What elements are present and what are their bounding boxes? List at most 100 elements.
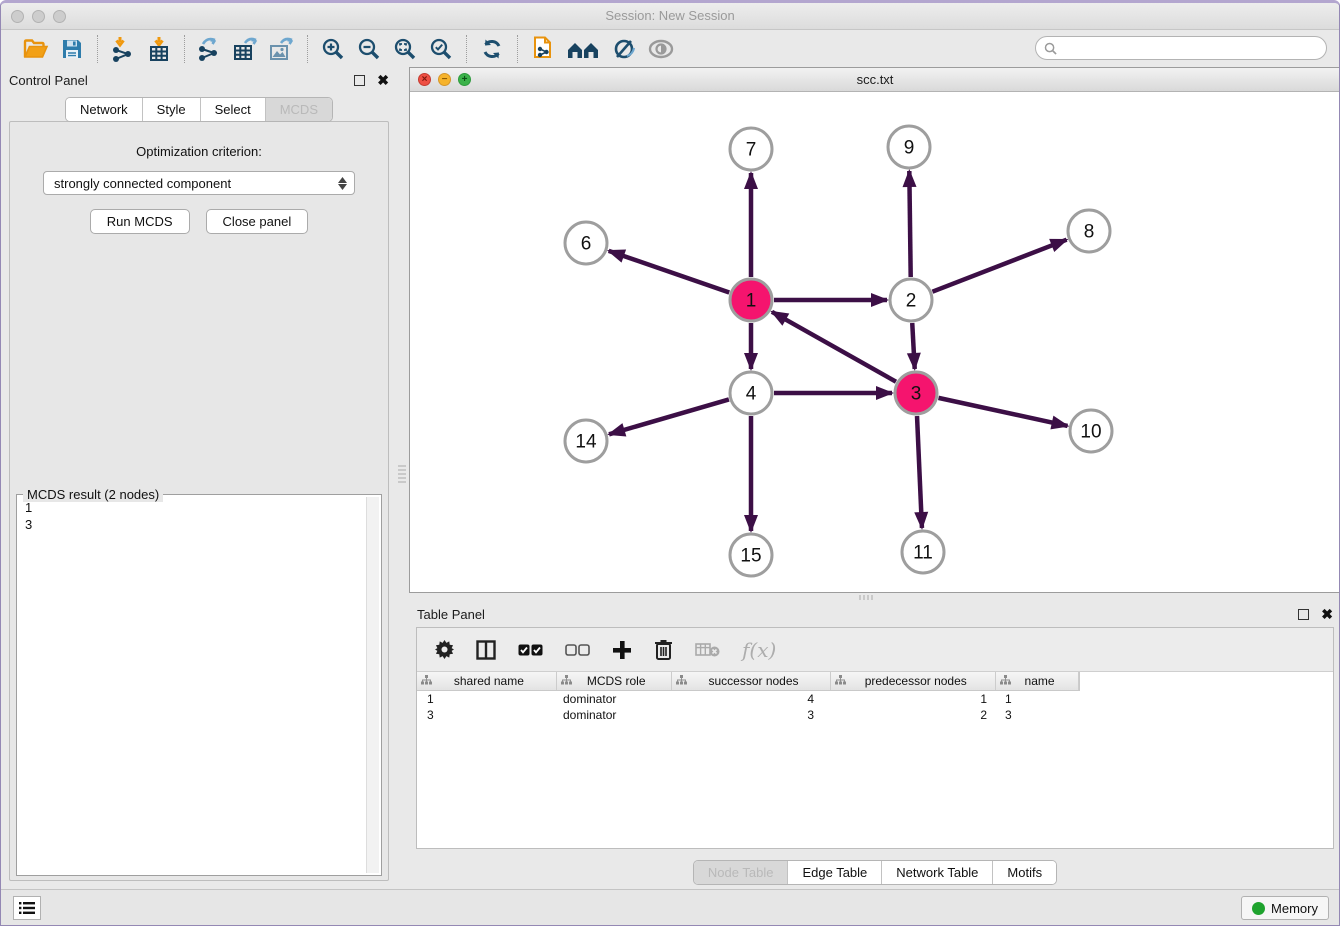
edge-3-1[interactable] bbox=[772, 312, 896, 382]
tab-edge-table[interactable]: Edge Table bbox=[788, 861, 882, 884]
node-2[interactable]: 2 bbox=[890, 279, 932, 321]
refresh-layout-icon[interactable] bbox=[477, 35, 507, 63]
memory-button[interactable]: Memory bbox=[1241, 896, 1329, 920]
cell-predecessor-nodes[interactable]: 2 bbox=[832, 707, 997, 723]
cell-shared-name[interactable]: 3 bbox=[417, 707, 557, 723]
deselect-all-icon[interactable] bbox=[565, 644, 590, 656]
cell-name[interactable]: 3 bbox=[997, 707, 1080, 723]
add-column-icon[interactable] bbox=[612, 640, 632, 660]
table-body: 1dominator4113dominator323 bbox=[417, 691, 1333, 723]
criterion-dropdown[interactable]: strongly connected component bbox=[43, 171, 355, 195]
edge-2-9[interactable] bbox=[909, 171, 910, 277]
tab-node-table[interactable]: Node Table bbox=[694, 861, 789, 884]
window-titlebar: Session: New Session bbox=[1, 3, 1339, 30]
export-image-icon[interactable] bbox=[267, 35, 297, 63]
node-14[interactable]: 14 bbox=[565, 420, 607, 462]
horizontal-splitter[interactable] bbox=[409, 593, 1340, 601]
node-label: 4 bbox=[746, 384, 757, 405]
control-panel: Control Panel ✖ NetworkStyleSelectMCDS O… bbox=[1, 67, 397, 893]
edge-3-11[interactable] bbox=[917, 416, 922, 528]
column-header-shared-name[interactable]: shared name bbox=[417, 672, 557, 690]
task-history-button[interactable] bbox=[13, 896, 41, 920]
tab-network-table[interactable]: Network Table bbox=[882, 861, 993, 884]
tab-network[interactable]: Network bbox=[66, 98, 143, 121]
mcds-result-text[interactable]: 1 3 bbox=[19, 497, 365, 873]
close-table-panel-icon[interactable]: ✖ bbox=[1321, 607, 1333, 621]
node-15[interactable]: 15 bbox=[730, 534, 772, 576]
select-all-icon[interactable] bbox=[518, 644, 543, 656]
column-header-predecessor-nodes[interactable]: predecessor nodes bbox=[831, 672, 996, 690]
float-panel-icon[interactable] bbox=[354, 75, 365, 86]
zoom-fit-icon[interactable] bbox=[390, 35, 420, 63]
mcds-result-box: MCDS result (2 nodes) 1 3 bbox=[16, 494, 382, 876]
column-type-icon bbox=[561, 674, 572, 688]
network-graph[interactable]: 7 9 6 8 1 2 4 3 14 10 15 11 bbox=[410, 92, 1340, 592]
tab-select[interactable]: Select bbox=[201, 98, 266, 121]
tab-motifs[interactable]: Motifs bbox=[993, 861, 1056, 884]
search-box[interactable] bbox=[1035, 36, 1327, 60]
cell-successor-nodes[interactable]: 3 bbox=[672, 707, 832, 723]
dropdown-stepper-icon bbox=[338, 177, 354, 190]
zoom-out-icon[interactable] bbox=[354, 35, 384, 63]
import-network-icon[interactable] bbox=[108, 35, 138, 63]
criterion-value: strongly connected component bbox=[54, 176, 231, 191]
search-input[interactable] bbox=[1057, 41, 1326, 55]
export-table-icon[interactable] bbox=[231, 35, 261, 63]
first-neighbors-icon[interactable] bbox=[564, 35, 604, 63]
edge-1-6[interactable] bbox=[609, 251, 730, 293]
column-header-successor-nodes[interactable]: successor nodes bbox=[672, 672, 832, 690]
node-11[interactable]: 11 bbox=[902, 531, 944, 573]
close-panel-icon[interactable]: ✖ bbox=[377, 73, 389, 87]
delete-table-icon[interactable] bbox=[695, 642, 720, 658]
delete-column-icon[interactable] bbox=[654, 639, 673, 660]
float-table-panel-icon[interactable] bbox=[1298, 609, 1309, 620]
memory-label: Memory bbox=[1271, 901, 1318, 916]
table-row[interactable]: 3dominator323 bbox=[417, 707, 1333, 723]
tab-mcds[interactable]: MCDS bbox=[266, 98, 332, 121]
edge-3-10[interactable] bbox=[938, 398, 1067, 426]
node-3[interactable]: 3 bbox=[895, 372, 937, 414]
app-window: Session: New Session bbox=[0, 0, 1340, 926]
control-panel-tabs: NetworkStyleSelectMCDS bbox=[1, 97, 397, 122]
node-1[interactable]: 1 bbox=[730, 279, 772, 321]
node-9[interactable]: 9 bbox=[888, 126, 930, 168]
cell-MCDS-role[interactable]: dominator bbox=[557, 707, 672, 723]
node-6[interactable]: 6 bbox=[565, 222, 607, 264]
node-7[interactable]: 7 bbox=[730, 128, 772, 170]
open-session-icon[interactable] bbox=[21, 35, 51, 63]
zoom-in-icon[interactable] bbox=[318, 35, 348, 63]
column-header-name[interactable]: name bbox=[996, 672, 1079, 690]
function-builder-icon[interactable]: f(x) bbox=[742, 638, 776, 662]
column-header-MCDS-role[interactable]: MCDS role bbox=[557, 672, 672, 690]
settings-gear-icon[interactable] bbox=[435, 640, 454, 659]
network-canvas[interactable]: 7 9 6 8 1 2 4 3 14 10 15 11 bbox=[410, 92, 1340, 592]
table-row[interactable]: 1dominator411 bbox=[417, 691, 1333, 707]
node-10[interactable]: 10 bbox=[1070, 410, 1112, 452]
node-8[interactable]: 8 bbox=[1068, 210, 1110, 252]
tab-style[interactable]: Style bbox=[143, 98, 201, 121]
edge-2-3[interactable] bbox=[912, 323, 914, 369]
save-session-icon[interactable] bbox=[57, 35, 87, 63]
style-toggle-icon[interactable] bbox=[610, 35, 640, 63]
column-layout-icon[interactable] bbox=[476, 640, 496, 660]
node-label: 6 bbox=[581, 234, 592, 255]
copy-network-icon[interactable] bbox=[528, 35, 558, 63]
edge-4-14[interactable] bbox=[609, 399, 729, 434]
cell-shared-name[interactable]: 1 bbox=[417, 691, 557, 707]
import-table-icon[interactable] bbox=[144, 35, 174, 63]
run-mcds-button[interactable]: Run MCDS bbox=[90, 209, 190, 234]
cell-name[interactable]: 1 bbox=[997, 691, 1080, 707]
cell-predecessor-nodes[interactable]: 1 bbox=[832, 691, 997, 707]
cell-successor-nodes[interactable]: 4 bbox=[672, 691, 832, 707]
cell-MCDS-role[interactable]: dominator bbox=[557, 691, 672, 707]
result-scrollbar[interactable] bbox=[366, 497, 379, 873]
node-label: 1 bbox=[746, 291, 757, 312]
export-network-icon[interactable] bbox=[195, 35, 225, 63]
vertical-splitter[interactable] bbox=[397, 67, 409, 893]
zoom-selected-icon[interactable] bbox=[426, 35, 456, 63]
node-4[interactable]: 4 bbox=[730, 372, 772, 414]
optimization-criterion-label: Optimization criterion: bbox=[10, 144, 388, 159]
close-panel-button[interactable]: Close panel bbox=[206, 209, 309, 234]
edge-2-8[interactable] bbox=[932, 240, 1066, 292]
hide-details-icon[interactable] bbox=[646, 35, 676, 63]
